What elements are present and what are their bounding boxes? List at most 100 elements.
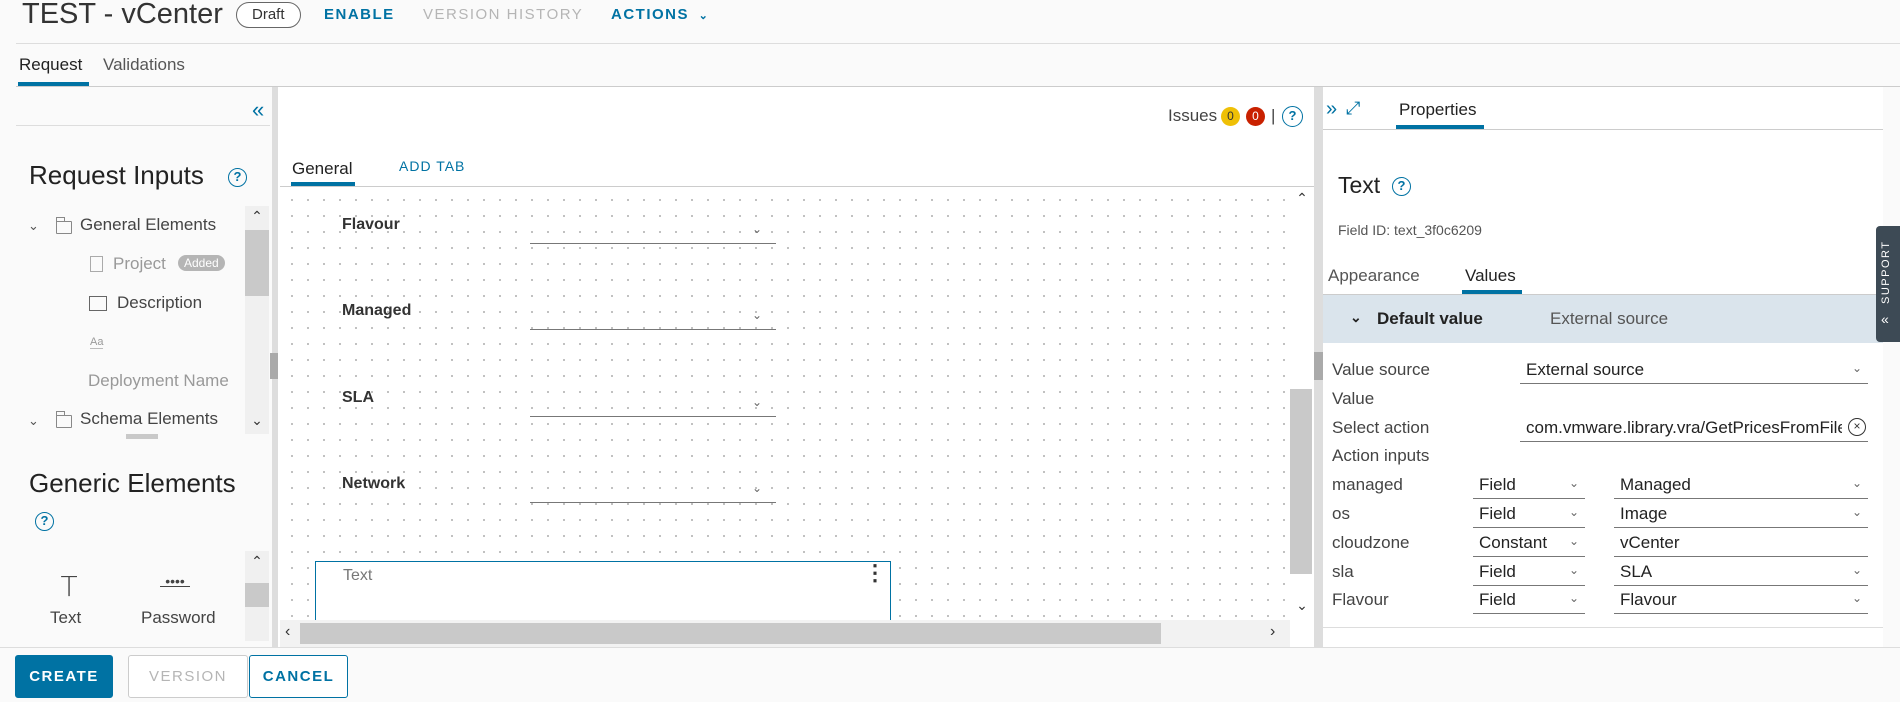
action-input-type: Field [1479,504,1516,523]
header-divider [16,43,1900,44]
scroll-up-icon[interactable]: ⌃ [245,553,269,570]
tab-validations[interactable]: Validations [103,55,185,75]
create-button[interactable]: CREATE [15,655,113,698]
error-count-badge[interactable]: 0 [1246,107,1265,126]
action-input-type-select[interactable]: Constant ⌄ [1473,533,1585,557]
tab-request[interactable]: Request [19,55,82,75]
panel-bottom-divider [1323,627,1883,628]
scroll-up-icon[interactable]: ⌃ [245,208,269,225]
sla-select[interactable]: ⌄ [530,395,776,417]
chevron-down-icon: ⌄ [751,395,762,409]
action-input-value: Image [1620,504,1668,523]
select-action-value: com.vmware.library.vra/GetPricesFromFile [1526,418,1842,437]
chevron-down-icon: ⌄ [1568,591,1579,605]
canvas-tabs-divider [280,186,1314,187]
enable-link[interactable]: ENABLE [324,6,395,23]
help-icon[interactable]: ? [1282,106,1303,127]
issues-label: Issues [1168,106,1218,125]
action-input-type: Constant [1479,533,1548,552]
help-icon[interactable]: ? [228,168,247,187]
collapse-left-icon[interactable]: « [252,97,264,123]
password-icon: •••• [160,574,190,588]
tree-item-description[interactable]: Description [117,293,202,313]
action-input-type: Field [1479,590,1516,609]
action-input-value: Managed [1620,475,1691,494]
chevron-down-icon: ⌄ [751,308,762,322]
tab-values[interactable]: Values [1465,266,1516,286]
dot-grid [280,188,1290,620]
action-input-value-select[interactable]: SLA ⌄ [1614,562,1868,586]
canvas-vscroll-thumb[interactable] [1290,389,1312,574]
horizontal-scrollbar[interactable] [126,434,158,439]
scroll-left-icon[interactable]: ‹ [285,623,290,641]
field-label-network: Network [342,475,406,492]
version-button[interactable]: VERSION [128,655,248,698]
tab-properties[interactable]: Properties [1399,100,1476,120]
more-options-icon[interactable]: ⋮ [864,562,886,584]
field-label-sla: SLA [342,389,374,406]
chevron-down-icon[interactable]: ⌄ [28,413,39,429]
value-label: Value [1332,389,1375,408]
value-source-select[interactable]: External source ⌄ [1520,360,1868,384]
action-input-type-select[interactable]: Field ⌄ [1473,590,1585,614]
resize-handle[interactable] [270,353,278,379]
tree-item-deployment-name[interactable]: Deployment Name [88,371,229,391]
help-icon[interactable]: ? [35,512,54,531]
scroll-down-icon[interactable]: ⌄ [245,412,269,429]
request-inputs-title: Request Inputs [29,160,204,190]
action-inputs-label: Action inputs [1332,446,1430,465]
chevron-down-icon: ⌄ [1350,309,1362,325]
expand-panel-icon[interactable]: » [1326,98,1337,121]
network-select[interactable]: ⌄ [530,481,776,503]
generic-item-text[interactable]: Text [50,608,81,628]
action-input-type-select[interactable]: Field ⌄ [1473,475,1585,499]
cancel-button[interactable]: CANCEL [249,655,348,698]
text-icon: T [60,570,78,603]
version-history-link[interactable]: VERSION HISTORY [423,6,583,23]
canvas-hscroll-thumb[interactable] [300,623,1161,644]
select-action-field[interactable]: com.vmware.library.vra/GetPricesFromFile… [1520,418,1868,442]
tab-appearance[interactable]: Appearance [1328,266,1420,286]
generic-scrollbar-thumb[interactable] [245,583,269,607]
flavour-select[interactable]: ⌄ [530,222,776,244]
action-input-value-select[interactable]: Image ⌄ [1614,504,1868,528]
scroll-down-icon[interactable]: ⌄ [1290,597,1314,614]
action-input-value-select[interactable]: Managed ⌄ [1614,475,1868,499]
selected-text-field[interactable]: Text ⋮ [315,561,891,621]
left-panel-divider [16,125,270,126]
tree-item-schema-elements[interactable]: Schema Elements [80,409,218,429]
fullscreen-icon[interactable]: ⤢ [1346,98,1360,119]
action-input-value-field[interactable]: vCenter [1614,533,1868,557]
action-input-name: os [1332,504,1350,523]
chevron-down-icon: ⌄ [751,222,762,236]
action-input-value-select[interactable]: Flavour ⌄ [1614,590,1868,614]
properties-divider [1323,129,1883,130]
folder-icon [55,411,72,428]
action-input-name: managed [1332,475,1403,494]
resize-handle[interactable] [1314,352,1323,380]
scroll-right-icon[interactable]: › [1270,623,1275,641]
chevron-down-icon[interactable]: ⌄ [28,218,39,234]
managed-select[interactable]: ⌄ [530,308,776,330]
help-icon[interactable]: ? [1392,177,1411,196]
action-input-type-select[interactable]: Field ⌄ [1473,562,1585,586]
scroll-up-icon[interactable]: ⌃ [1290,190,1314,207]
tree-scrollbar-thumb[interactable] [245,230,269,296]
action-input-type-select[interactable]: Field ⌄ [1473,504,1585,528]
action-input-value: SLA [1620,562,1653,581]
actions-menu[interactable]: ACTIONS ⌄ [611,6,709,23]
action-input-name: Flavour [1332,590,1389,609]
text-field-icon: Aa [90,336,104,349]
chevron-down-icon: ⌄ [751,481,762,495]
canvas-tab-general[interactable]: General [292,159,352,179]
chevron-down-icon: ⌄ [698,10,710,22]
action-input-value: Flavour [1620,590,1677,609]
warning-count-badge[interactable]: 0 [1221,107,1240,126]
clear-icon[interactable]: × [1848,418,1866,436]
support-tab[interactable]: SUPPORT « [1876,226,1900,342]
generic-item-password[interactable]: Password [141,608,216,628]
tree-item-general-elements[interactable]: General Elements [80,215,216,235]
default-value-summary: External source [1550,309,1669,328]
tree-item-project[interactable]: Project [113,254,166,274]
add-tab-button[interactable]: ADD TAB [399,158,465,174]
